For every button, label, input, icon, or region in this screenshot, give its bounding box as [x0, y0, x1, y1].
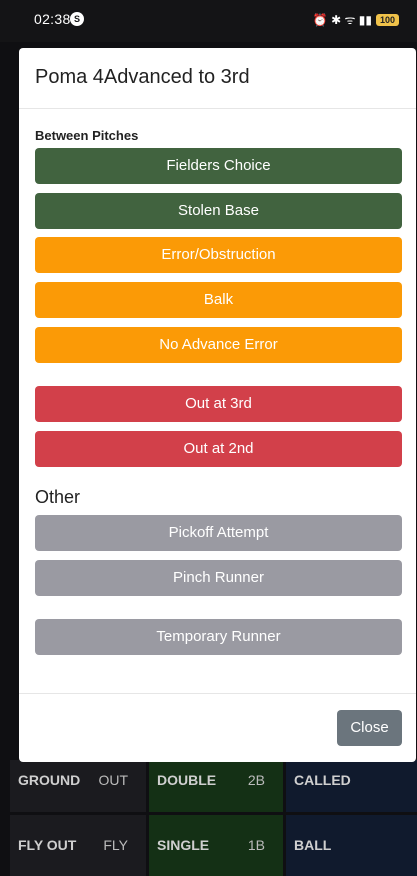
bg-cell-double: DOUBLE 2B [149, 760, 283, 812]
advance-runner-dialog: Poma 4Advanced to 3rd Between Pitches Fi… [19, 48, 416, 762]
system-icons: ⏰ ✱ ᯤ ▮▮ [312, 13, 372, 27]
header-divider [19, 108, 416, 109]
bg-cell-ball: BALL [286, 815, 417, 876]
bg-cell-called: CALLED [286, 760, 417, 812]
status-icons: ⏰ ✱ ᯤ ▮▮ 100 [313, 11, 399, 28]
error-obstruction-button[interactable]: Error/Obstruction [35, 237, 402, 273]
out-at-2nd-button[interactable]: Out at 2nd [35, 431, 402, 467]
bg-cell-ground-out: GROUND OUT [10, 760, 146, 812]
between-pitches-label: Between Pitches [35, 128, 139, 143]
pinch-runner-button[interactable]: Pinch Runner [35, 560, 402, 596]
no-advance-error-button[interactable]: No Advance Error [35, 327, 402, 363]
status-bar: 02:38 S ⏰ ✱ ᯤ ▮▮ 100 [0, 0, 417, 42]
balk-button[interactable]: Balk [35, 282, 402, 318]
fielders-choice-button[interactable]: Fielders Choice [35, 148, 402, 184]
background-play-grid: GROUND OUT DOUBLE 2B CALLED FLY OUT FLY … [10, 760, 417, 876]
out-at-3rd-button[interactable]: Out at 3rd [35, 386, 402, 422]
dialog-title: Poma 4Advanced to 3rd [35, 66, 250, 88]
pickoff-attempt-button[interactable]: Pickoff Attempt [35, 515, 402, 551]
bg-cell-single: SINGLE 1B [149, 815, 283, 876]
status-time: 02:38 [34, 11, 71, 27]
bg-cell-fly-out: FLY OUT FLY [10, 815, 146, 876]
footer-divider [19, 693, 416, 694]
stolen-base-button[interactable]: Stolen Base [35, 193, 402, 229]
other-label: Other [35, 487, 81, 507]
notification-icon: S [70, 12, 84, 26]
temporary-runner-button[interactable]: Temporary Runner [35, 619, 402, 655]
close-button[interactable]: Close [337, 710, 402, 746]
battery-icon: 100 [375, 13, 399, 26]
